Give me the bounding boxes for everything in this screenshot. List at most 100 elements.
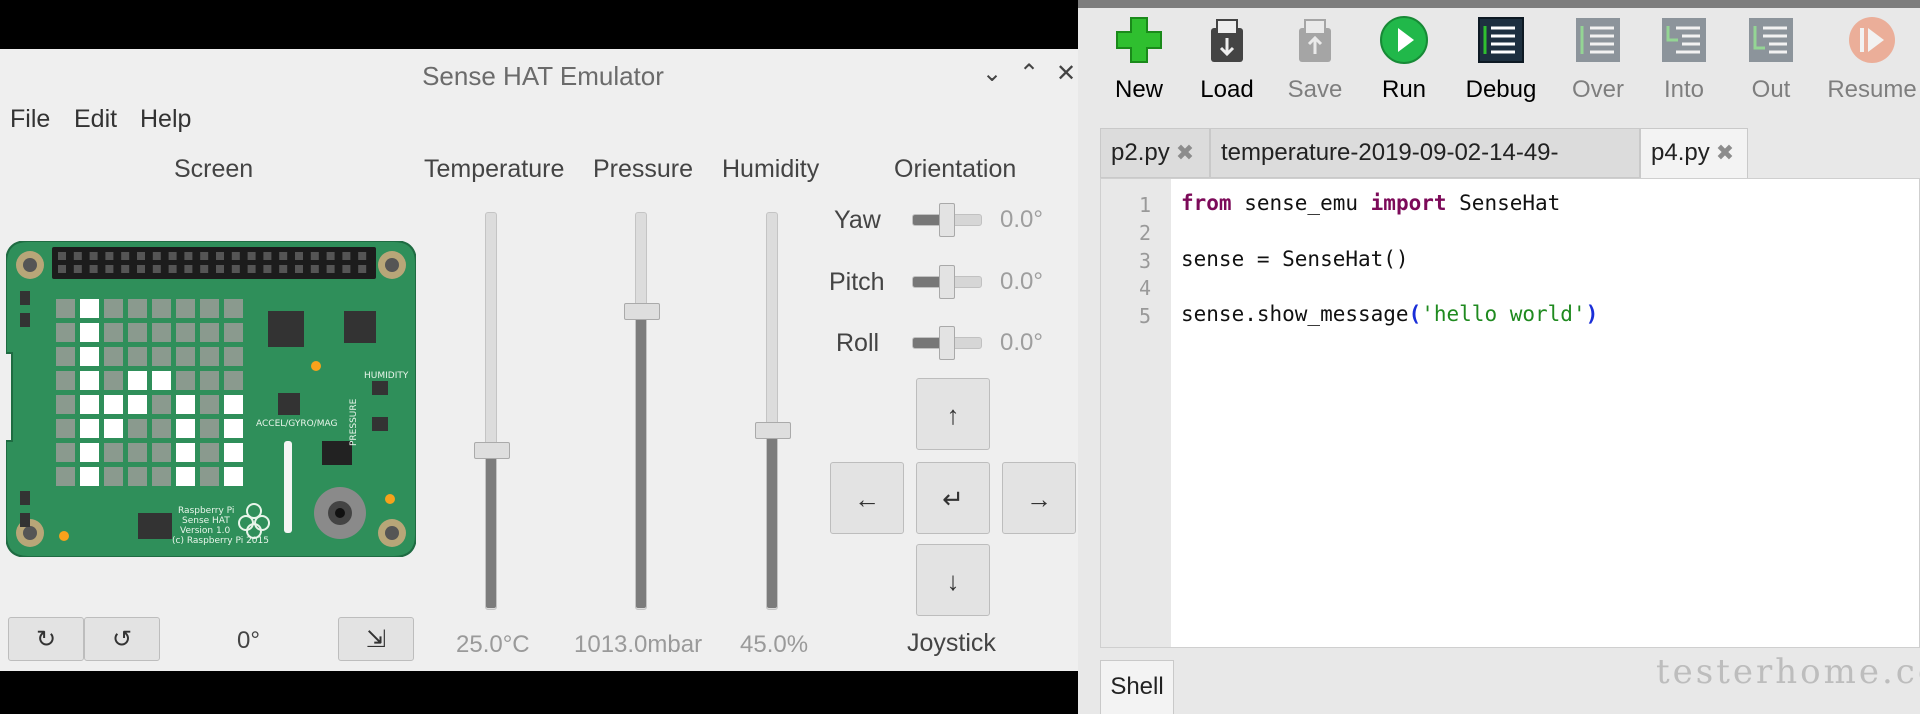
header-pin	[279, 252, 288, 260]
led-pixel	[176, 347, 195, 366]
led-pixel	[128, 299, 147, 318]
thonny-window: New Load Save Run Debug Over Into Out Re…	[1078, 0, 1920, 714]
led-pixel	[104, 467, 123, 486]
line-number: 2	[1138, 221, 1151, 245]
code-line-1: from sense_emu import SenseHat	[1181, 191, 1561, 215]
header-pin	[358, 252, 367, 260]
led-pixel	[104, 395, 123, 414]
led-pixel	[152, 371, 171, 390]
humidity-slider-thumb[interactable]	[755, 421, 791, 439]
silk-pressure: PRESSURE	[349, 398, 359, 446]
roll-label: Roll	[836, 329, 880, 357]
sense-hat-board[interactable]: HUMIDITY PRESSURE ACCEL/GYRO/MAG Raspber…	[6, 241, 416, 557]
header-pin	[89, 265, 98, 273]
header-pin	[263, 265, 272, 273]
temperature-slider-thumb[interactable]	[474, 441, 510, 459]
new-icon	[1116, 17, 1162, 63]
temperature-slider-fill	[486, 449, 496, 608]
joystick-enter-button[interactable]: ↵	[916, 462, 990, 534]
led-pixel	[128, 467, 147, 486]
line-number: 1	[1138, 193, 1151, 217]
led-pixel	[176, 323, 195, 342]
temperature-label: Temperature	[424, 155, 565, 183]
joystick-right-button[interactable]: →	[1002, 462, 1076, 534]
yaw-slider-thumb[interactable]	[939, 203, 955, 237]
pitch-slider-thumb[interactable]	[939, 265, 955, 299]
close-tab-icon[interactable]: ✖	[1716, 140, 1734, 165]
tab-p4[interactable]: p4.py ✖	[1640, 128, 1748, 178]
header-pin	[342, 252, 351, 260]
led-pixel	[224, 443, 243, 462]
screen-label: Screen	[174, 155, 254, 183]
header-pin	[263, 252, 272, 260]
menu-help[interactable]: Help	[140, 105, 191, 134]
led-pixel	[152, 323, 171, 342]
joystick-left-button[interactable]: ←	[830, 462, 904, 534]
thonny-title-strip	[1078, 0, 1920, 8]
led-pixel	[200, 443, 219, 462]
orientation-label: Orientation	[894, 155, 1017, 183]
led-pixel	[152, 299, 171, 318]
debug-icon	[1478, 17, 1524, 63]
step-over-icon	[1576, 18, 1620, 62]
tab-label: p2.py	[1111, 139, 1170, 166]
tab-temperature[interactable]: temperature-2019-09-02-14-49-39.py✖	[1210, 128, 1640, 214]
header-pin	[326, 265, 335, 273]
sense-hat-window: Sense HAT Emulator ⌄ ⌃ ✕ File Edit Help …	[0, 49, 1078, 671]
pressure-label: Pressure	[593, 155, 694, 183]
header-pin	[137, 252, 145, 260]
led-pixel	[80, 371, 99, 390]
led-pixel	[104, 347, 123, 366]
led-pixel	[56, 347, 75, 366]
led-pixel	[104, 323, 123, 342]
tab-p2[interactable]: p2.py ✖	[1100, 128, 1210, 178]
led-pixel	[176, 395, 195, 414]
led-pixel	[128, 395, 147, 414]
led-pixel	[80, 419, 99, 438]
close-tab-icon[interactable]: ✖	[1176, 140, 1194, 165]
menu-file[interactable]: File	[10, 105, 50, 134]
pressure-value: 1013.0mbar	[574, 631, 703, 658]
silk-version: Version 1.0	[180, 526, 231, 536]
rotation-value: 0°	[237, 627, 260, 654]
line-number: 4	[1138, 276, 1151, 300]
close-button[interactable]: ✕	[1051, 59, 1081, 89]
rotate-ccw-button[interactable]: ↺	[84, 617, 160, 661]
header-pin	[326, 252, 335, 260]
flip-button[interactable]: ⇲	[338, 617, 414, 661]
header-pin	[73, 252, 82, 260]
led-pixel	[128, 323, 147, 342]
header-pin	[279, 265, 288, 273]
humidity-slider-fill	[767, 429, 777, 608]
title-bar: Sense HAT Emulator ⌄ ⌃ ✕	[0, 49, 1078, 99]
resume-icon	[1849, 17, 1895, 63]
yaw-value: 0.0°	[1000, 206, 1043, 233]
header-pin	[121, 252, 130, 260]
led-pixel	[80, 443, 99, 462]
header-pin	[168, 265, 177, 273]
header-pin	[58, 252, 66, 260]
header-pin	[168, 252, 177, 260]
menu-edit[interactable]: Edit	[74, 105, 117, 134]
silk-sensehat: Sense HAT	[182, 516, 230, 526]
minimize-button[interactable]: ⌄	[977, 59, 1007, 89]
step-into-icon	[1662, 18, 1706, 62]
line-number: 3	[1138, 249, 1151, 273]
code-editor[interactable]: 1 2 3 4 5 from sense_emu import SenseHat…	[1100, 178, 1920, 648]
rotate-cw-button[interactable]: ↻	[8, 617, 84, 661]
header-pin	[310, 252, 319, 260]
joystick-down-button[interactable]: ↓	[916, 544, 990, 616]
led-pixel	[224, 299, 243, 318]
header-pin	[184, 265, 193, 273]
led-pixel	[176, 467, 195, 486]
led-pixel	[200, 395, 219, 414]
shell-tab[interactable]: Shell	[1100, 660, 1174, 714]
pitch-label: Pitch	[829, 268, 885, 296]
maximize-button[interactable]: ⌃	[1014, 59, 1044, 89]
joystick-up-button[interactable]: ↑	[916, 378, 990, 450]
roll-slider-thumb[interactable]	[939, 326, 955, 360]
header-pin	[184, 252, 193, 260]
pressure-slider-thumb[interactable]	[624, 303, 660, 320]
led-pixel	[56, 443, 75, 462]
watermark: testerhome.com	[1656, 652, 1920, 692]
